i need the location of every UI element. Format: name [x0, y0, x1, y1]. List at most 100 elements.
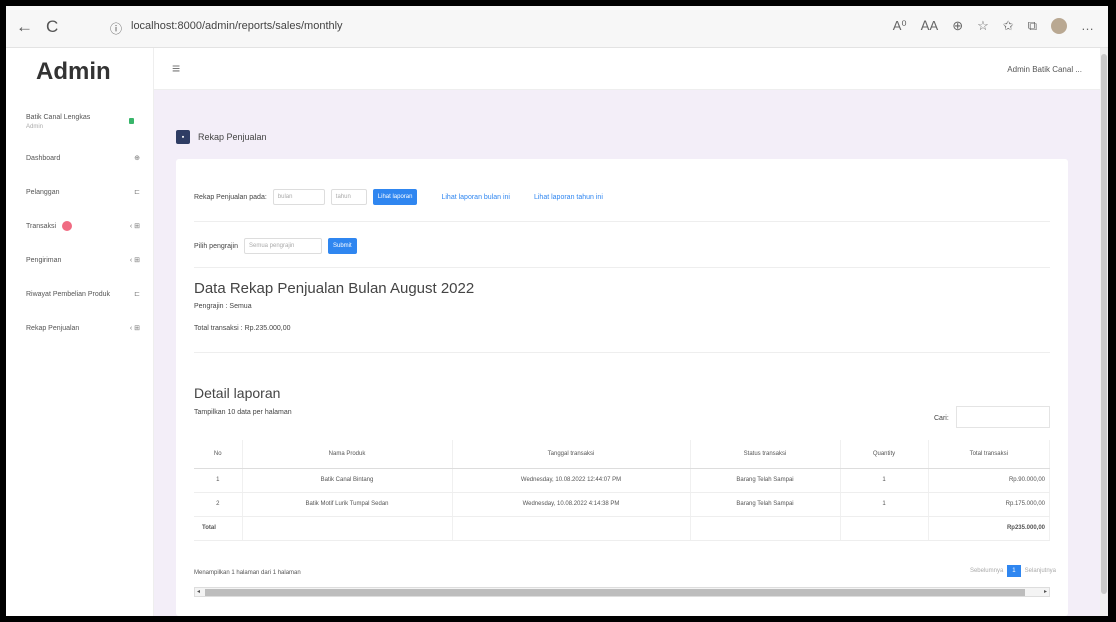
collections-icon[interactable]: ⧉ [1028, 18, 1037, 34]
table-cell: Wednesday, 10.08.2022 12:44:07 PM [452, 468, 691, 493]
view-report-button[interactable]: Lihat laporan [372, 189, 418, 205]
text-size-icon[interactable]: ꓮA [921, 18, 939, 34]
month-select[interactable]: bulan [272, 189, 325, 205]
scroll-left-icon[interactable]: ◂ [197, 588, 200, 596]
table-cell: Barang Telah Sampai [690, 492, 841, 517]
browser-actions: A⁰ ꓮA ⊕ ☆ ✩ ⧉ … [893, 18, 1094, 34]
next-page-button[interactable]: Selanjutnya [1025, 568, 1056, 574]
table-cell: Batik Motif Lurik Tumpal Sedan [242, 492, 453, 517]
site-info-icon[interactable]: ⓘ [110, 19, 122, 39]
hamburger-icon[interactable]: ≡ [172, 60, 180, 76]
table-cell: 1 [840, 468, 929, 493]
craftsman-label: Pilih pengrajin [194, 242, 238, 250]
period-filter: Rekap Penjualan pada: bulan tahun Lihat … [194, 189, 603, 205]
table-cell: 1 [194, 468, 243, 493]
table-info: Menampilkan 1 halaman dari 1 halaman [194, 570, 301, 576]
table-header-row: No Nama Produk Tanggal transaksi Status … [194, 440, 1050, 469]
divider [194, 267, 1050, 268]
table-cell: Wednesday, 10.08.2022 4:14:38 PM [452, 492, 691, 517]
year-select[interactable]: tahun [330, 189, 367, 205]
sidebar-user: Batik Canal Lengkas Admin [26, 114, 136, 130]
page-length-control[interactable]: Tampilkan 10 data per halaman [194, 409, 292, 416]
read-aloud-icon[interactable]: A⁰ [893, 18, 907, 34]
back-icon[interactable]: ← [16, 17, 33, 37]
this-year-link[interactable]: Lihat laporan tahun ini [534, 194, 603, 201]
submit-button[interactable]: Submit [327, 238, 357, 254]
reload-icon[interactable]: C [46, 17, 58, 37]
this-month-link[interactable]: Lihat laporan bulan ini [441, 194, 510, 201]
sidebar-item-riwayat[interactable]: Riwayat Pembelian Produk ⊏ [26, 289, 146, 323]
column-header[interactable]: Status transaksi [690, 440, 841, 469]
detail-title: Detail laporan [194, 385, 281, 401]
sidebar: Admin Batik Canal Lengkas Admin Dashboar… [6, 48, 154, 616]
sidebar-item-pengiriman[interactable]: Pengiriman ‹ ⊞ [26, 255, 146, 289]
top-navbar: ≡ Admin Batik Canal ... [154, 48, 1102, 90]
pagination: Sebelumnya 1 Selanjutnya [970, 565, 1056, 577]
horizontal-scrollbar[interactable]: ◂ ▸ [194, 587, 1050, 597]
craftsman-filter: Pilih pengrajin Semua pengrajin Submit [194, 238, 357, 254]
scrollbar-thumb[interactable] [205, 589, 1025, 596]
report-table: No Nama Produk Tanggal transaksi Status … [194, 440, 1050, 541]
divider [194, 352, 1050, 353]
report-title: Data Rekap Penjualan Bulan August 2022 [194, 280, 475, 297]
profile-avatar[interactable] [1051, 18, 1067, 34]
home-icon: ▪ [176, 130, 190, 144]
report-card: Rekap Penjualan pada: bulan tahun Lihat … [176, 159, 1068, 616]
menu-icon: ⊏ [134, 291, 140, 298]
table-cell [452, 516, 691, 541]
divider [194, 221, 1050, 222]
sidebar-menu: Dashboard ⊕ Pelanggan ⊏ Transaksi ‹ ⊞ Pe… [26, 153, 146, 357]
vertical-scrollbar[interactable] [1100, 48, 1108, 616]
table-cell [690, 516, 841, 541]
sidebar-item-label: Pengiriman [26, 257, 62, 264]
sidebar-item-transaksi[interactable]: Transaksi ‹ ⊞ [26, 221, 146, 255]
browser-window: ← C ⓘ localhost:8000/admin/reports/sales… [6, 6, 1108, 616]
craftsman-summary: Pengrajin : Semua [194, 303, 252, 310]
column-header[interactable]: Nama Produk [242, 440, 453, 469]
table-row: 2 Batik Motif Lurik Tumpal Sedan Wednesd… [194, 492, 1050, 517]
prev-page-button[interactable]: Sebelumnya [970, 568, 1003, 574]
table-row: 1 Batik Canal Bintang Wednesday, 10.08.2… [194, 468, 1050, 493]
user-name: Batik Canal Lengkas [26, 114, 91, 121]
column-header[interactable]: Total transaksi [928, 440, 1050, 469]
chevron-left-icon: ‹ ⊞ [129, 257, 140, 264]
menu-icon: ⊕ [134, 155, 140, 162]
table-cell: Rp.175.000,00 [928, 492, 1050, 517]
table-total-row: Total Rp235.000,00 [194, 516, 1050, 541]
sidebar-item-label: Transaksi [26, 223, 57, 230]
column-header[interactable]: Tanggal transaksi [452, 440, 691, 469]
column-header[interactable]: Quantity [840, 440, 929, 469]
sidebar-item-pelanggan[interactable]: Pelanggan ⊏ [26, 187, 146, 221]
total-value: Rp235.000,00 [928, 516, 1050, 541]
browser-toolbar: ← C ⓘ localhost:8000/admin/reports/sales… [6, 6, 1108, 48]
scrollbar-thumb[interactable] [1101, 54, 1107, 594]
sidebar-item-dashboard[interactable]: Dashboard ⊕ [26, 153, 146, 187]
chevron-left-icon: ‹ ⊞ [129, 223, 140, 230]
table-cell [840, 516, 929, 541]
sidebar-item-label: Dashboard [26, 155, 61, 162]
zoom-icon[interactable]: ⊕ [952, 18, 963, 34]
main-content: ▪ Rekap Penjualan Rekap Penjualan pada: … [154, 90, 1102, 616]
sidebar-item-rekap[interactable]: Rekap Penjualan ‹ ⊞ [26, 323, 146, 357]
more-icon[interactable]: … [1081, 18, 1094, 34]
favorite-icon[interactable]: ☆ [977, 18, 989, 34]
total-summary: Total transaksi : Rp.235.000,00 [194, 325, 291, 332]
page-1-button[interactable]: 1 [1007, 565, 1021, 577]
online-status-icon [129, 118, 134, 124]
table-cell: Batik Canal Bintang [242, 468, 453, 493]
address-bar[interactable]: localhost:8000/admin/reports/sales/month… [131, 20, 343, 32]
favorites-icon[interactable]: ✩ [1003, 18, 1014, 34]
menu-icon: ⊏ [134, 189, 140, 196]
navbar-user[interactable]: Admin Batik Canal ... [1007, 65, 1082, 74]
brand-title[interactable]: Admin [36, 58, 111, 86]
scroll-right-icon[interactable]: ▸ [1044, 588, 1047, 596]
search-label: Cari: [934, 415, 949, 422]
column-header[interactable]: No [194, 440, 243, 469]
total-label: Total [194, 516, 243, 541]
filter-label: Rekap Penjualan pada: [194, 193, 267, 201]
search-input[interactable] [956, 406, 1050, 428]
sidebar-item-label: Riwayat Pembelian Produk [26, 291, 111, 298]
chevron-left-icon: ‹ ⊞ [129, 325, 140, 332]
sidebar-item-label: Pelanggan [26, 189, 60, 196]
craftsman-select[interactable]: Semua pengrajin [243, 238, 322, 254]
